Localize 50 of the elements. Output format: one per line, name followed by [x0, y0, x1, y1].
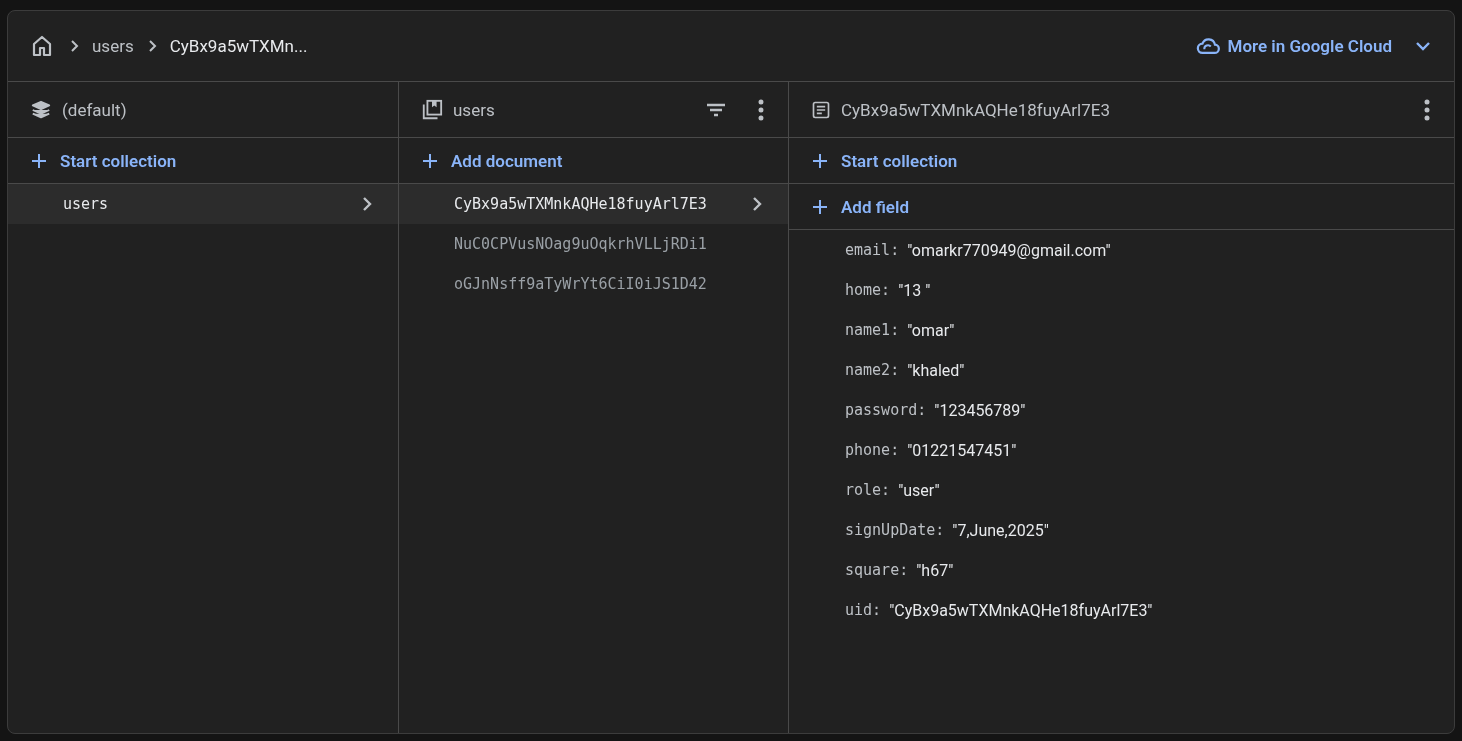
- field-key: password:: [845, 401, 927, 419]
- breadcrumb-link[interactable]: CyBx9a5wTXMn...: [169, 36, 308, 56]
- field-key: home:: [845, 281, 891, 299]
- field-value: "khaled": [907, 360, 965, 380]
- collection-item[interactable]: users: [8, 184, 398, 224]
- chevron-icon: [362, 196, 372, 212]
- document-title: CyBx9a5wTXMnkAQHe18fuyArl7E3: [841, 99, 1110, 120]
- field-key: signUpDate:: [845, 521, 945, 539]
- document-item[interactable]: oGJnNsff9aTyWrYt6CiI0iJS1D42: [399, 264, 788, 304]
- field-key: uid:: [845, 601, 882, 619]
- cloud-icon: [1195, 37, 1220, 55]
- add-action-button[interactable]: Add field: [813, 196, 909, 217]
- field-value: "omarkr770949@gmail.com": [907, 240, 1111, 260]
- plus-icon: [32, 153, 46, 168]
- field-key: role:: [845, 481, 891, 499]
- field-key: phone:: [845, 441, 900, 459]
- home-icon[interactable]: [30, 34, 54, 58]
- collection-icon: [421, 98, 443, 121]
- field-value: "h67": [916, 560, 954, 580]
- document-icon: [811, 99, 831, 120]
- add-document-button[interactable]: Add document: [423, 150, 563, 171]
- document-item[interactable]: NuC0CPVusNOag9uOqkrhVLLjRDi1: [399, 224, 788, 264]
- field-value: "omar": [907, 320, 955, 340]
- field-value: "user": [898, 480, 940, 500]
- field-key: name2:: [845, 361, 900, 379]
- google-cloud-button[interactable]: More in Google Cloud: [1195, 36, 1430, 56]
- field-key: square:: [845, 561, 909, 579]
- field-key: email:: [845, 241, 900, 259]
- breadcrumb-link[interactable]: users: [92, 36, 134, 56]
- add-action-button[interactable]: Start collection: [813, 150, 958, 171]
- field-value: "13 ": [898, 280, 931, 300]
- field-key: name1:: [845, 321, 900, 339]
- plus-icon: [813, 199, 827, 214]
- more-options-icon[interactable]: [1424, 98, 1430, 121]
- plus-icon: [813, 153, 827, 168]
- plus-icon: [423, 153, 437, 168]
- database-title: (default): [62, 99, 127, 120]
- field-value: "CyBx9a5wTXMnkAQHe18fuyArl7E3": [889, 600, 1153, 620]
- layers-icon: [30, 98, 52, 121]
- chevron-icon: [70, 39, 80, 53]
- chevron-icon: [752, 196, 762, 212]
- field-value: "01221547451": [907, 440, 1017, 460]
- start-collection-button[interactable]: Start collection: [32, 150, 177, 171]
- document-item[interactable]: CyBx9a5wTXMnkAQHe18fuyArl7E3: [399, 184, 788, 224]
- field-value: "123456789": [934, 400, 1026, 420]
- more-options-icon[interactable]: [758, 98, 764, 121]
- caret-icon: [1416, 41, 1430, 51]
- collection-title: users: [453, 99, 495, 120]
- chevron-icon: [147, 39, 158, 53]
- field-value: "7,June,2025": [952, 520, 1049, 540]
